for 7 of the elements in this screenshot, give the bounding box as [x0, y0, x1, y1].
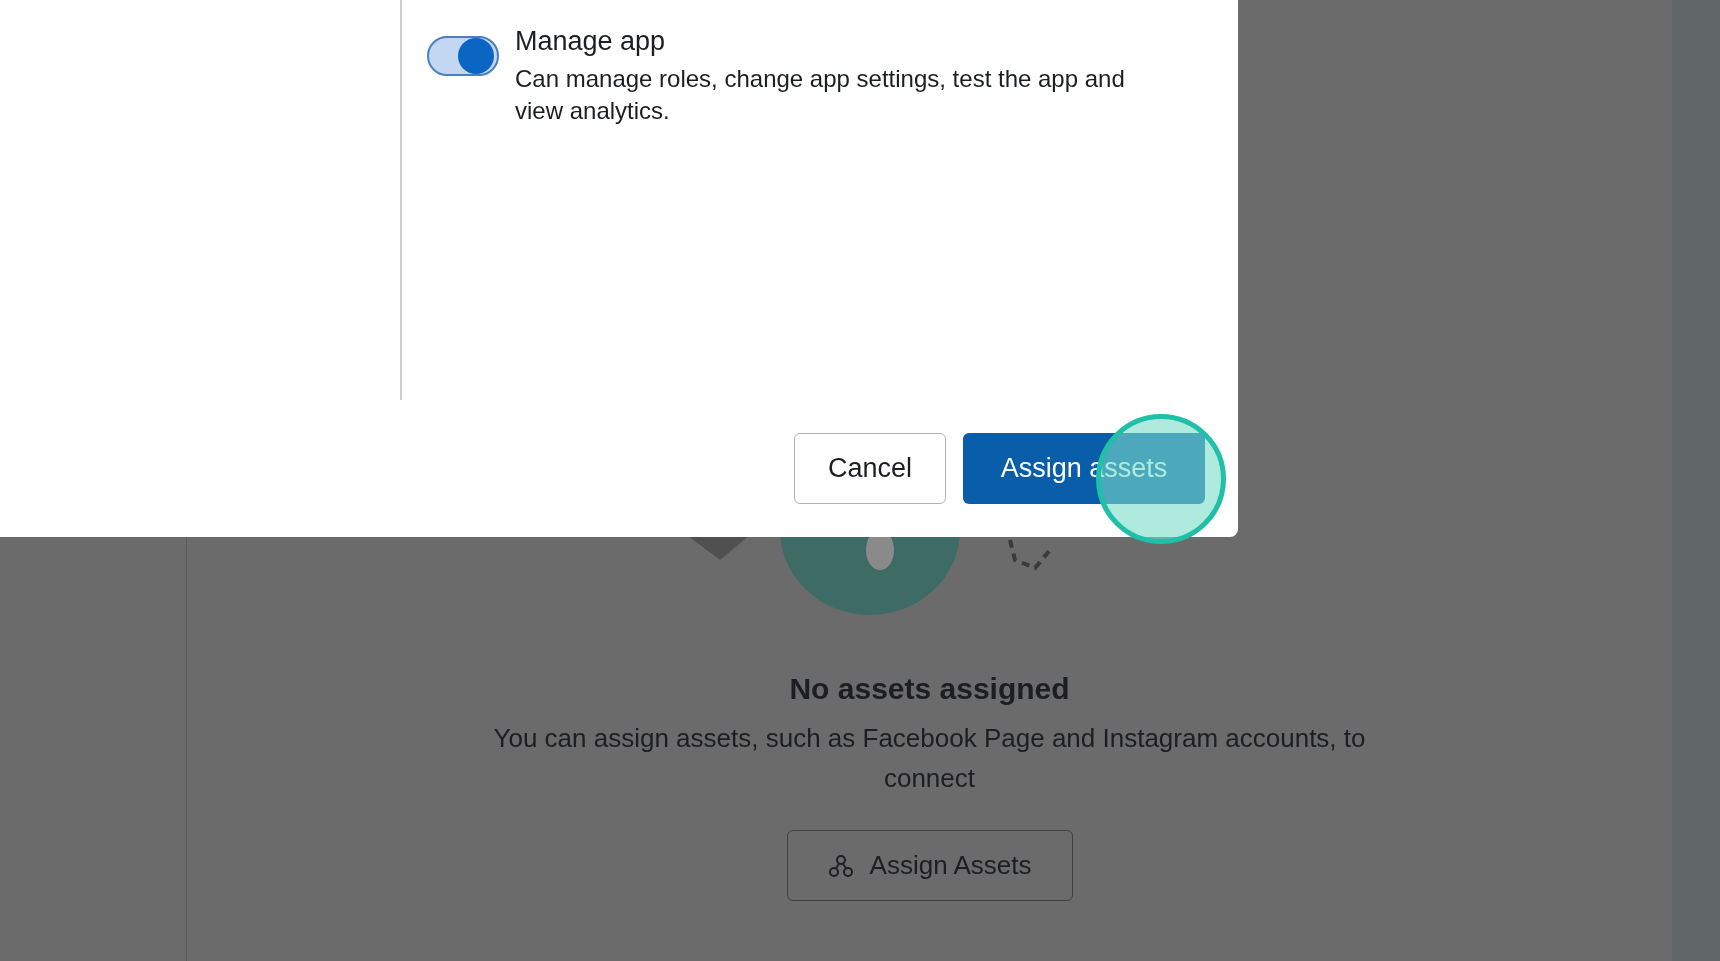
nodes-icon	[827, 853, 854, 878]
empty-state-description: You can assign assets, such as Facebook Page and Instagram accounts, to connect	[492, 722, 1367, 795]
cancel-button[interactable]: Cancel	[794, 433, 946, 504]
toggle-switch[interactable]	[427, 36, 499, 76]
permission-description: Can manage roles, change app settings, test the app and view analytics.	[515, 64, 1126, 126]
empty-state-title: No assets assigned	[789, 672, 1070, 706]
permission-title: Manage app	[515, 26, 667, 57]
